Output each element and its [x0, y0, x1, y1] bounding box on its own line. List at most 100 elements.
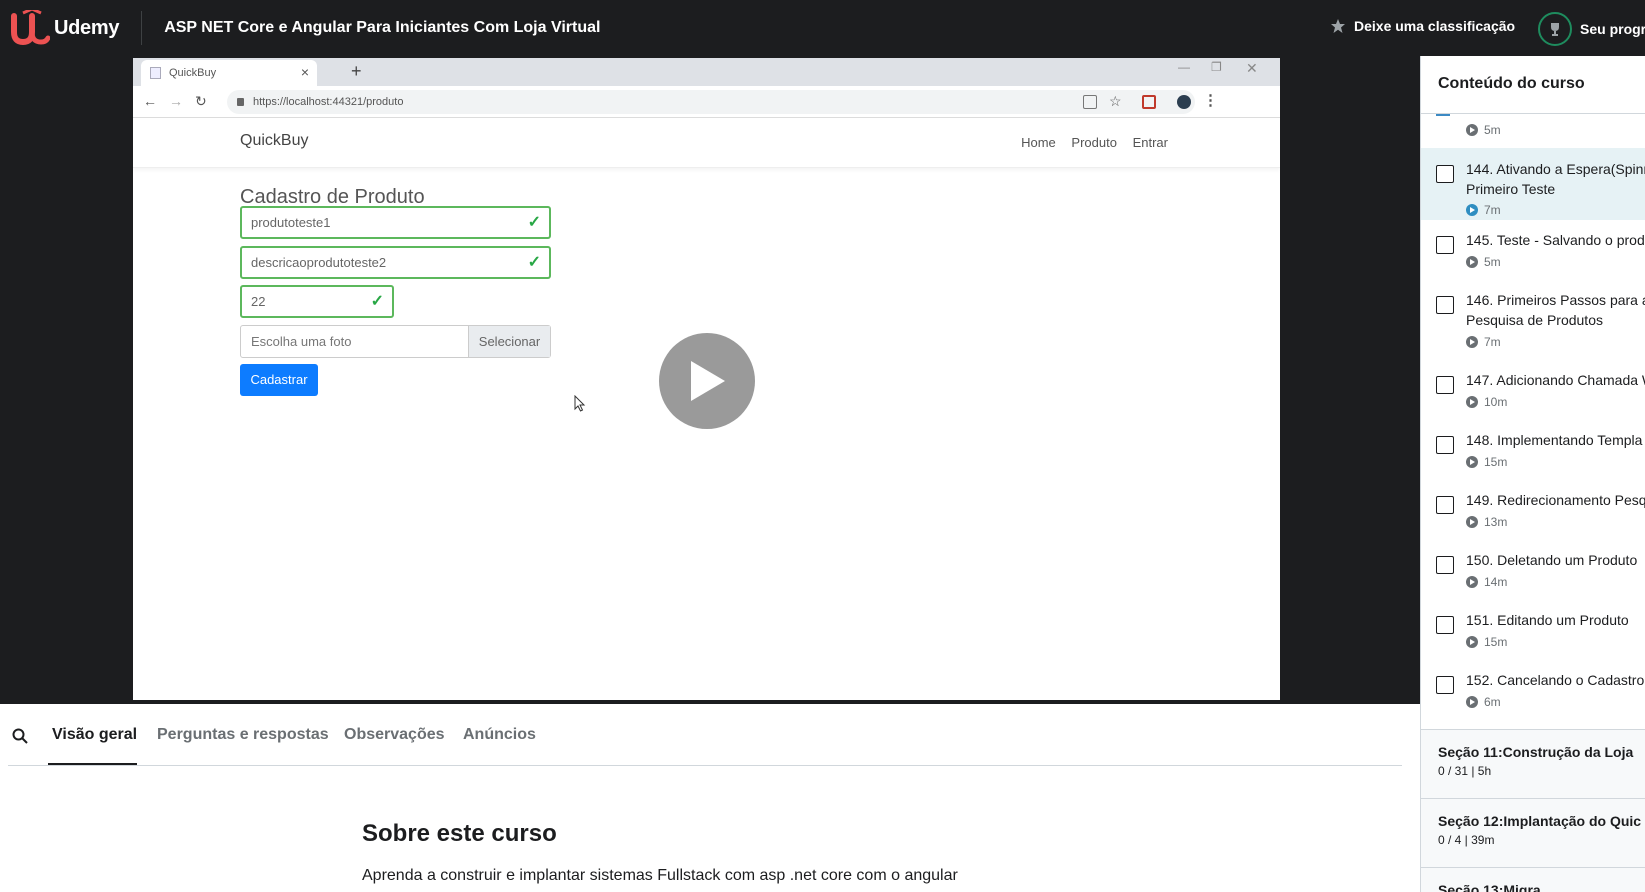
udemy-logo-icon [11, 10, 50, 46]
lecture-duration: 5m [1466, 123, 1501, 137]
section-meta: 0 / 31 | 5h [1438, 764, 1492, 778]
progress-button[interactable]: Seu progre [1538, 12, 1645, 46]
about-title: Sobre este curso [362, 820, 557, 847]
extension-icon [1142, 95, 1156, 109]
lecture-item[interactable]: 150. Deletando um Produto 14m [1421, 540, 1645, 600]
tab-overview[interactable]: Visão geral [52, 726, 137, 744]
lecture-checkbox[interactable] [1436, 676, 1454, 694]
check-icon: ✓ [370, 293, 384, 310]
lecture-title: 150. Deletando um Produto [1466, 552, 1638, 568]
play-button[interactable] [659, 333, 755, 429]
lecture-item[interactable]: 5m [1421, 114, 1645, 148]
progress-label: Seu progre [1580, 21, 1645, 37]
app-navbar: QuickBuy Home Produto Entrar [133, 118, 1280, 168]
lecture-title: 148. Implementando Templa [1466, 432, 1643, 448]
lecture-item-active[interactable]: 144. Ativando a Espera(Spinner) Primeiro… [1421, 148, 1645, 220]
lecture-item[interactable]: 148. Implementando Templa 15m [1421, 420, 1645, 480]
play-icon [691, 361, 725, 401]
file-placeholder: Escolha uma foto [251, 334, 352, 349]
lecture-checkbox[interactable] [1436, 436, 1454, 454]
lecture-title: 151. Editando um Produto [1466, 612, 1629, 628]
play-circle-icon [1466, 396, 1478, 408]
lecture-item[interactable]: 146. Primeiros Passos para a Pesquisa de… [1421, 280, 1645, 360]
lecture-checkbox[interactable] [1436, 296, 1454, 314]
product-name-field: produtoteste1 ✓ [240, 206, 551, 239]
lecture-item[interactable]: 147. Adicionando Chamada W 10m [1421, 360, 1645, 420]
section-header[interactable]: Seção 12:Implantação do Quic 0 / 4 | 39m [1421, 798, 1645, 867]
lecture-item[interactable]: 152. Cancelando o Cadastro 6m [1421, 660, 1645, 720]
star-icon [1331, 19, 1345, 33]
section-title: Seção 11:Construção da Loja [1438, 744, 1634, 760]
translate-icon [1083, 95, 1097, 109]
photo-file-input: Escolha uma foto Selecionar [240, 325, 551, 358]
tab-questions[interactable]: Perguntas e respostas [157, 726, 329, 744]
section-header[interactable]: Seção 11:Construção da Loja 0 / 31 | 5h [1421, 729, 1645, 798]
lecture-title: 145. Teste - Salvando o produto [1466, 232, 1645, 248]
checkbox-partial [1436, 114, 1450, 116]
lecture-item[interactable]: 151. Editando um Produto 15m [1421, 600, 1645, 660]
url-text: https://localhost:44321/produto [253, 96, 404, 108]
close-icon: × [300, 64, 309, 80]
lecture-checkbox[interactable] [1436, 236, 1454, 254]
play-circle-icon [1466, 696, 1478, 708]
section-meta: 0 / 4 | 39m [1438, 833, 1495, 847]
profile-avatar [1177, 95, 1191, 109]
lecture-duration: 7m [1466, 335, 1501, 349]
app-nav-links: Home Produto Entrar [1009, 135, 1168, 150]
rate-course-button[interactable]: Deixe uma classificação [1330, 18, 1515, 34]
lecture-title-line2: Primeiro Teste [1466, 181, 1556, 197]
lecture-item[interactable]: 149. Redirecionamento Pesq 13m [1421, 480, 1645, 540]
menu-icon: ⋮ [1203, 92, 1218, 109]
product-description-value: descricaoprodutoteste2 [251, 255, 387, 270]
lecture-checkbox[interactable] [1436, 616, 1454, 634]
url-field: https://localhost:44321/produto [227, 90, 1195, 114]
plus-icon: + [351, 61, 362, 81]
lecture-title: 147. Adicionando Chamada W [1466, 372, 1645, 388]
course-tabs: Visão geral Perguntas e respostas Observ… [8, 704, 1402, 766]
lecture-duration: 10m [1466, 395, 1507, 409]
lecture-checkbox[interactable] [1436, 376, 1454, 394]
top-bar: Udemy ASP NET Core e Angular Para Inicia… [0, 0, 1645, 56]
page-icon [150, 67, 161, 79]
play-circle-icon [1466, 256, 1478, 268]
udemy-logo[interactable]: Udemy [8, 0, 120, 56]
lecture-title: 144. Ativando a Espera(Spinner) [1466, 161, 1645, 177]
lecture-title: 146. Primeiros Passos para a [1466, 292, 1645, 308]
course-title[interactable]: ASP NET Core e Angular Para Iniciantes C… [164, 19, 600, 37]
browser-tab: QuickBuy × [141, 60, 317, 86]
lecture-duration: 15m [1466, 455, 1507, 469]
active-tab-indicator [48, 763, 137, 765]
play-circle-icon [1466, 124, 1478, 136]
section-title: Seção 13:Migra [1438, 882, 1541, 892]
product-description-field: descricaoprodutoteste2 ✓ [240, 246, 551, 279]
product-name-value: produtoteste1 [251, 215, 331, 230]
app-nav-produto: Produto [1071, 135, 1117, 150]
lecture-title: 152. Cancelando o Cadastro [1466, 672, 1645, 688]
lecture-title: 149. Redirecionamento Pesq [1466, 492, 1645, 508]
lecture-checkbox[interactable] [1436, 496, 1454, 514]
lecture-checkbox[interactable] [1436, 165, 1454, 183]
product-price-value: 22 [251, 294, 266, 309]
section-header[interactable]: Seção 13:Migra [1421, 867, 1645, 892]
lecture-item[interactable]: 145. Teste - Salvando o produto 5m [1421, 220, 1645, 280]
section-title: Seção 12:Implantação do Quic [1438, 813, 1642, 829]
product-price-field: 22 ✓ [240, 285, 394, 318]
header-divider [141, 11, 143, 45]
tab-announcements[interactable]: Anúncios [463, 726, 536, 744]
tab-notes[interactable]: Observações [344, 726, 445, 744]
app-nav-entrar: Entrar [1132, 135, 1168, 150]
play-circle-icon [1466, 576, 1478, 588]
lock-icon [237, 98, 244, 106]
logo-text: Udemy [54, 16, 120, 39]
reload-icon: ↻ [195, 93, 207, 109]
minimize-icon: — [1178, 60, 1190, 74]
lecture-duration: 7m [1466, 203, 1501, 217]
lecture-duration: 5m [1466, 255, 1501, 269]
browser-tab-strip: QuickBuy × + — ❐ ✕ [133, 58, 1280, 86]
sidebar-title: Conteúdo do curso [1421, 56, 1645, 114]
browser-address-bar: ← → ↻ https://localhost:44321/produto ☆ … [133, 86, 1280, 118]
search-icon[interactable] [12, 728, 28, 744]
check-icon: ✓ [527, 254, 541, 271]
lecture-checkbox[interactable] [1436, 556, 1454, 574]
check-icon: ✓ [527, 214, 541, 231]
